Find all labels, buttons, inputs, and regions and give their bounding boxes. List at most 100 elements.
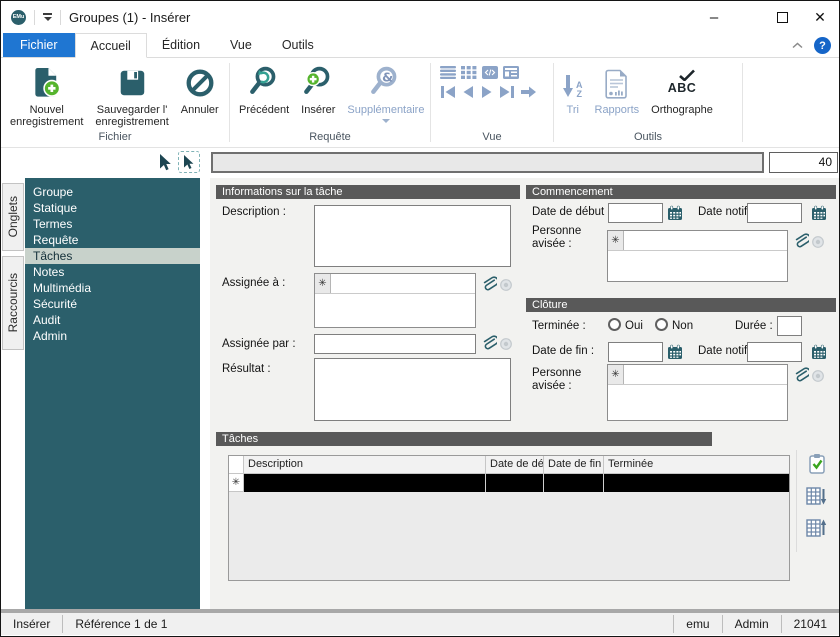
supplementary-query-button[interactable]: & Supplémentaire bbox=[341, 58, 430, 123]
col-description[interactable]: Description bbox=[244, 456, 486, 474]
list-view-icon[interactable] bbox=[440, 66, 456, 79]
code-view-icon[interactable] bbox=[482, 66, 498, 79]
cell-description[interactable] bbox=[244, 474, 486, 492]
end-notified-person-grid[interactable]: ✳ bbox=[607, 364, 788, 421]
end-date-calendar-button[interactable] bbox=[667, 344, 683, 360]
no-label: Non bbox=[672, 320, 693, 333]
table-row[interactable]: ✳ bbox=[229, 474, 789, 492]
sidebar-item-requete[interactable]: Requête bbox=[25, 232, 200, 248]
start-notif-calendar-button[interactable] bbox=[811, 205, 827, 221]
col-date-fin[interactable]: Date de fin bbox=[544, 456, 604, 474]
tasks-table[interactable]: Description Date de dé... Date de fin Te… bbox=[228, 455, 790, 581]
sidebar-item-notes[interactable]: Notes bbox=[25, 264, 200, 280]
select-tool-icon[interactable] bbox=[154, 151, 176, 173]
view-record-button[interactable] bbox=[499, 337, 513, 351]
sidebar-item-groupe[interactable]: Groupe bbox=[25, 184, 200, 200]
start-notified-person-grid[interactable]: ✳ bbox=[607, 230, 788, 282]
view-record-button[interactable] bbox=[811, 369, 825, 383]
status-bar: Insérer Référence 1 de 1 emu Admin 21041 bbox=[1, 613, 839, 635]
close-button[interactable]: ✕ bbox=[807, 5, 833, 29]
new-record-icon bbox=[30, 63, 63, 99]
reports-button[interactable]: Rapports bbox=[589, 58, 646, 116]
sidebar-tab-onglets[interactable]: Onglets bbox=[2, 183, 24, 251]
sidebar-item-admin[interactable]: Admin bbox=[25, 328, 200, 344]
select-all-tool-icon[interactable] bbox=[178, 151, 200, 173]
maximize-button[interactable] bbox=[769, 5, 795, 29]
assigned-to-grid[interactable]: ✳ bbox=[314, 273, 476, 328]
start-date-field[interactable] bbox=[608, 203, 663, 223]
end-date-field[interactable] bbox=[608, 342, 663, 362]
previous-record-icon[interactable] bbox=[461, 85, 475, 99]
attach-record-button[interactable] bbox=[792, 231, 809, 249]
minimize-button[interactable]: – bbox=[701, 5, 727, 29]
section-header-commencement: Commencement bbox=[526, 185, 836, 199]
next-record-icon[interactable] bbox=[480, 85, 494, 99]
quick-access-dropdown-icon[interactable] bbox=[43, 13, 52, 21]
main-body: Onglets Raccourcis Groupe Statique Terme… bbox=[1, 178, 839, 609]
sidebar-item-multimedia[interactable]: Multimédia bbox=[25, 280, 200, 296]
grid-fill-down-button[interactable] bbox=[806, 485, 828, 506]
search-insert-icon bbox=[302, 63, 335, 99]
grid-fill-up-button[interactable] bbox=[806, 517, 828, 538]
start-notif-date-field[interactable] bbox=[747, 203, 802, 223]
row-marker[interactable]: ✳ bbox=[229, 474, 244, 492]
sidebar-item-statique[interactable]: Statique bbox=[25, 200, 200, 216]
end-notif-calendar-button[interactable] bbox=[811, 344, 827, 360]
col-date-debut[interactable]: Date de dé... bbox=[486, 456, 544, 474]
tab-outils[interactable]: Outils bbox=[267, 33, 329, 57]
grid-check-button[interactable] bbox=[806, 453, 828, 474]
end-notif-date-field[interactable] bbox=[747, 342, 802, 362]
cell-date-debut[interactable] bbox=[486, 474, 544, 492]
previous-query-button[interactable]: Précédent bbox=[233, 58, 295, 116]
duration-label: Durée : bbox=[735, 320, 773, 333]
start-date-calendar-button[interactable] bbox=[667, 205, 683, 221]
save-record-button[interactable]: Sauvegarder l'enregistrement bbox=[89, 58, 174, 128]
details-view-icon[interactable] bbox=[503, 66, 519, 79]
cell-date-fin[interactable] bbox=[544, 474, 604, 492]
tabs-sidebar: Groupe Statique Termes Requête Tâches No… bbox=[25, 178, 200, 609]
assigned-by-field[interactable] bbox=[314, 334, 476, 354]
paperclip-icon bbox=[480, 274, 497, 292]
sidebar-item-taches[interactable]: Tâches bbox=[25, 248, 200, 264]
eye-icon bbox=[499, 337, 513, 351]
sidebar-item-audit[interactable]: Audit bbox=[25, 312, 200, 328]
cancel-button[interactable]: Annuler bbox=[175, 58, 225, 116]
ribbon-tab-row: Fichier Accueil Édition Vue Outils ? bbox=[1, 33, 839, 58]
grid-view-icon[interactable] bbox=[461, 66, 477, 79]
tab-edition[interactable]: Édition bbox=[147, 33, 215, 57]
col-terminee[interactable]: Terminée bbox=[604, 456, 789, 474]
view-record-button[interactable] bbox=[811, 235, 825, 249]
description-field[interactable] bbox=[314, 205, 511, 267]
attach-record-button[interactable] bbox=[792, 365, 809, 383]
insert-button[interactable]: Insérer bbox=[295, 58, 341, 116]
completed-yes-radio[interactable] bbox=[608, 318, 621, 331]
tab-fichier[interactable]: Fichier bbox=[3, 33, 75, 57]
sidebar-item-termes[interactable]: Termes bbox=[25, 216, 200, 232]
spellcheck-abc-icon: ABC bbox=[668, 63, 697, 99]
status-mode: Insérer bbox=[1, 613, 62, 635]
attach-record-button[interactable] bbox=[480, 274, 497, 292]
new-record-button[interactable]: Nouvelenregistrement bbox=[4, 58, 89, 128]
view-record-button[interactable] bbox=[499, 278, 513, 292]
first-record-icon[interactable] bbox=[440, 85, 456, 99]
cell-terminee[interactable] bbox=[604, 474, 789, 492]
collapse-ribbon-icon[interactable] bbox=[790, 39, 804, 53]
duration-field[interactable] bbox=[777, 316, 802, 336]
attach-record-button[interactable] bbox=[480, 333, 497, 351]
spellcheck-button[interactable]: ABC Orthographe bbox=[645, 58, 719, 116]
goto-record-icon[interactable] bbox=[520, 85, 537, 99]
sort-button[interactable]: AZ Tri bbox=[557, 58, 589, 116]
sidebar-tab-raccourcis[interactable]: Raccourcis bbox=[2, 256, 24, 350]
last-record-icon[interactable] bbox=[499, 85, 515, 99]
status-reference: Référence 1 de 1 bbox=[63, 613, 179, 635]
end-date-label: Date de fin : bbox=[532, 345, 594, 358]
help-button[interactable]: ? bbox=[814, 37, 831, 54]
header-selector-cell bbox=[229, 456, 244, 474]
tab-accueil[interactable]: Accueil bbox=[75, 33, 147, 58]
sidebar-item-securite[interactable]: Sécurité bbox=[25, 296, 200, 312]
group-label-outils: Outils bbox=[557, 131, 739, 147]
search-ampersand-icon: & bbox=[369, 63, 402, 99]
result-field[interactable] bbox=[314, 358, 511, 421]
completed-no-radio[interactable] bbox=[655, 318, 668, 331]
tab-vue[interactable]: Vue bbox=[215, 33, 267, 57]
